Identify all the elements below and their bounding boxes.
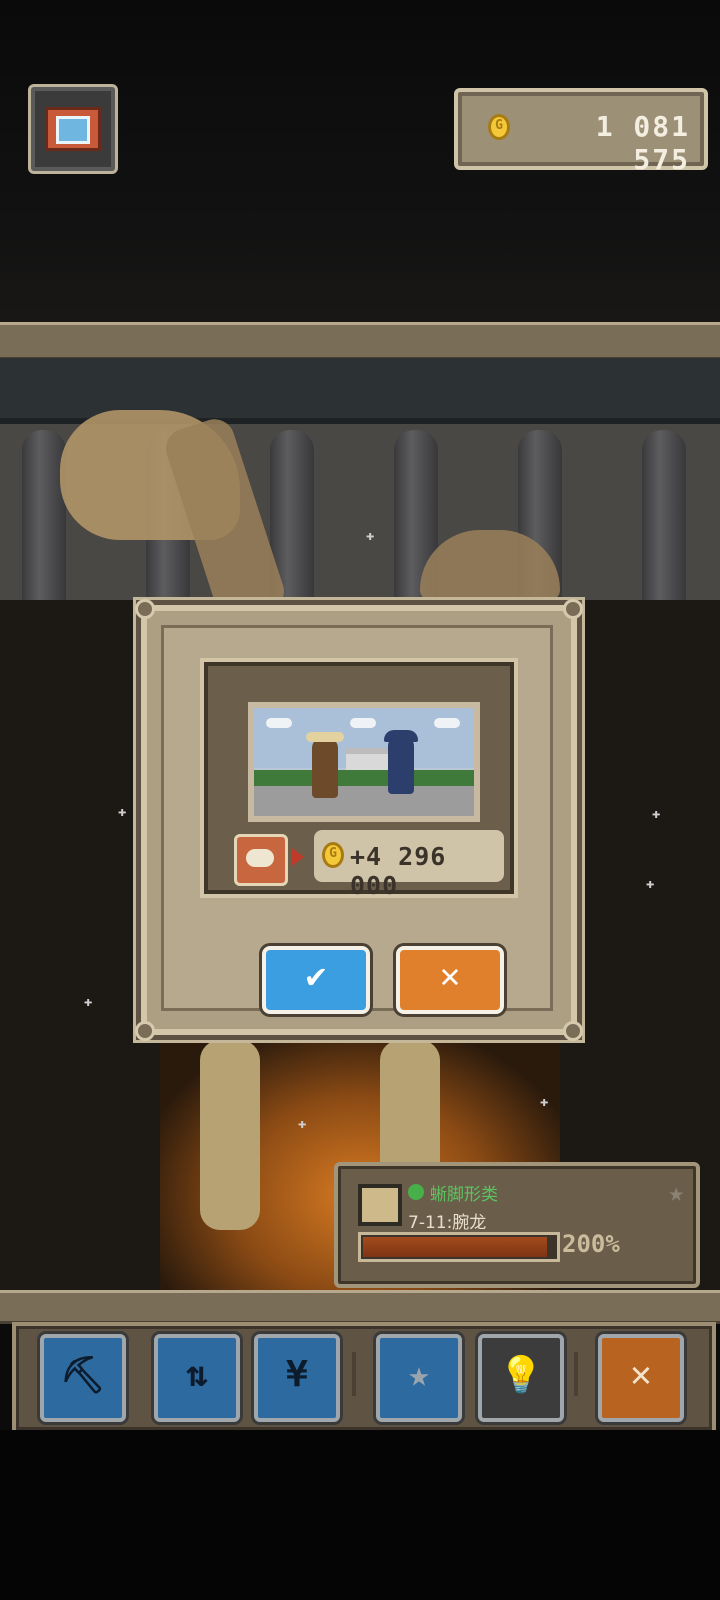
gold-coin-icon: [488, 114, 510, 140]
scene-ground: [254, 786, 474, 816]
buyer-character: [384, 730, 418, 794]
confirm-button[interactable]: ✔: [262, 946, 370, 1014]
corner-ornament: [563, 1021, 583, 1041]
category-dot-icon: [408, 1184, 424, 1200]
lightbulb-icon: 💡: [498, 1355, 544, 1396]
exhibit-level: 7-11:腕龙: [408, 1213, 487, 1233]
star-icon[interactable]: ★: [668, 1178, 684, 1208]
cloud-icon: [350, 718, 376, 728]
corner-ornament: [135, 599, 155, 619]
sell-fossil-dialog: +4 296 000 ✔ ✕: [135, 599, 583, 1041]
lightbulb-button[interactable]: 💡: [478, 1334, 564, 1422]
corner-ornament: [135, 1021, 155, 1041]
close-button[interactable]: ✕: [598, 1334, 684, 1422]
exhibit-info-panel[interactable]: 蜥脚形类 7-11:腕龙 ★ 200%: [334, 1162, 700, 1288]
fossil-bone-icon: [234, 834, 288, 886]
dialog-body: +4 296 000 ✔ ✕: [161, 625, 553, 1014]
progress-percent: 200%: [562, 1230, 620, 1258]
reward-frame: +4 296 000: [200, 658, 518, 900]
pillar: [22, 430, 66, 620]
hat-icon: [384, 730, 418, 742]
money-bag-icon: ¥: [286, 1354, 308, 1395]
toolbar-divider: [574, 1352, 578, 1396]
bottom-shadow: [0, 1430, 720, 1600]
exhibit-category: 蜥脚形类: [430, 1185, 498, 1205]
cloud-icon: [266, 718, 292, 728]
sparkle-icon: ✚: [646, 876, 655, 892]
gold-coin-icon: [322, 842, 344, 868]
dinosaur-leg-fossil: [200, 1040, 260, 1230]
pickaxe-icon: ⛏: [60, 1355, 106, 1396]
cancel-button[interactable]: ✕: [396, 946, 504, 1014]
coin-counter: 1 081 575: [454, 88, 708, 176]
sparkle-icon: ✚: [540, 1094, 549, 1110]
cloud-icon: [434, 718, 460, 728]
progress-bar: [358, 1232, 560, 1262]
reward-amount: +4 296 000: [350, 842, 447, 900]
sparkle-icon: ✚: [118, 804, 127, 820]
ceiling-beam: [0, 322, 720, 360]
money-bag-button[interactable]: ¥: [254, 1334, 340, 1422]
close-icon: ✕: [630, 1354, 652, 1395]
camera-lens-icon: [56, 116, 90, 144]
sparkle-icon: ✚: [652, 806, 661, 822]
museum-sale-scene: [248, 702, 480, 822]
pickaxe-button[interactable]: ⛏: [40, 1334, 126, 1422]
monitor-icon: [358, 1184, 402, 1226]
close-icon: ✕: [439, 956, 461, 996]
coin-balance: 1 081 575: [595, 110, 690, 176]
toolbar-divider: [352, 1352, 356, 1396]
progress-fill: [363, 1237, 547, 1257]
reward-amount-pill: +4 296 000: [314, 830, 504, 900]
pith-hat-icon: [306, 732, 344, 742]
toolbar-beam: [0, 1290, 720, 1324]
corner-ornament: [563, 599, 583, 619]
scene-trees: [254, 770, 474, 786]
star-icon: ★: [408, 1354, 430, 1395]
swap-icon: ⇅: [186, 1354, 208, 1395]
sparkle-icon: ✚: [366, 528, 375, 544]
camera-button[interactable]: [28, 84, 118, 174]
pillar: [642, 430, 686, 620]
swap-button[interactable]: ⇅: [154, 1334, 240, 1422]
sparkle-icon: ✚: [84, 994, 93, 1010]
star-button[interactable]: ★: [376, 1334, 462, 1422]
sparkle-icon: ✚: [298, 1116, 307, 1132]
checkmark-icon: ✔: [305, 956, 327, 996]
red-arrow-icon: [292, 848, 304, 866]
explorer-character: [306, 732, 344, 798]
